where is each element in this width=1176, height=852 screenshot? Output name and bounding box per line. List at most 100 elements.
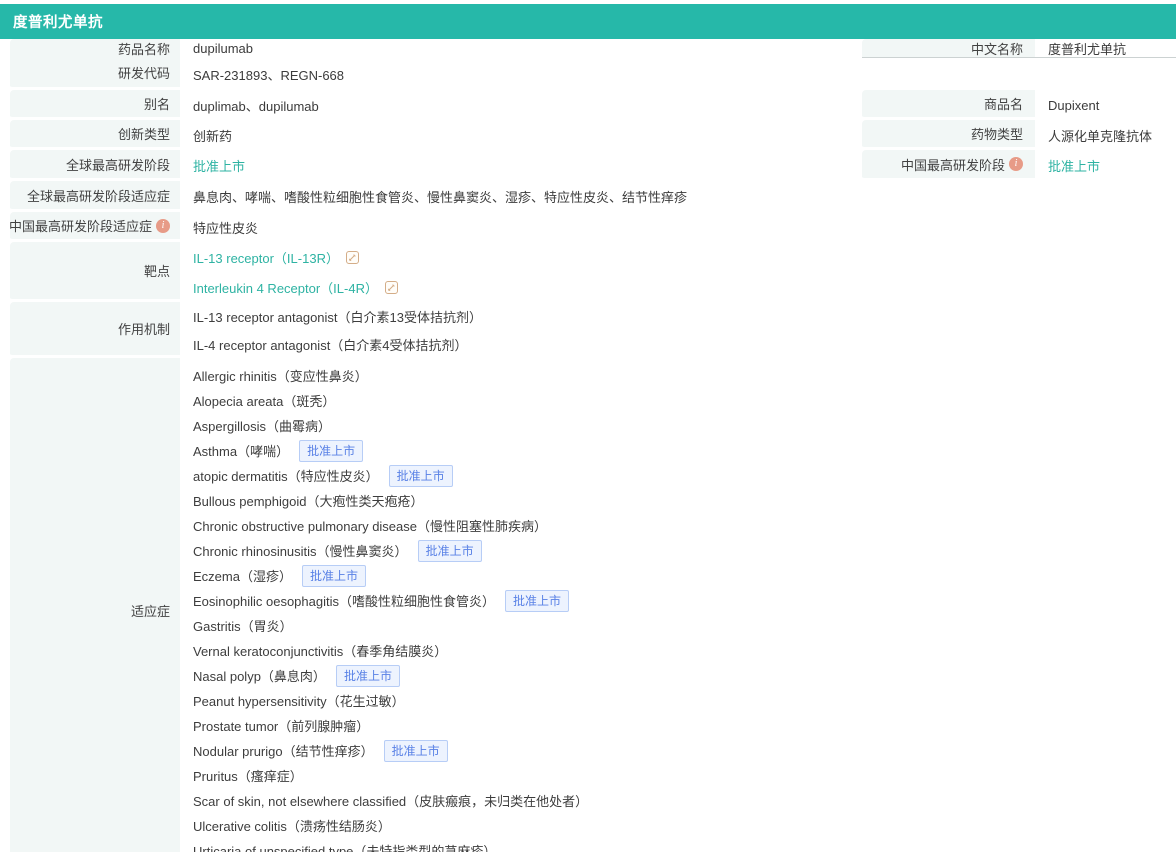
label-cn-stage-indications: 中国最高研发阶段适应症: [9, 212, 180, 242]
target-list: IL-13 receptor（IL-13R） Interleukin 4 Rec…: [180, 242, 1176, 302]
indication-item: Vernal keratoconjunctivitis（春季角结膜炎）: [193, 638, 1176, 663]
label-global-stage: 全球最高研发阶段: [10, 150, 180, 181]
row-alias: 别名 duplimab、dupilumab 商品名 Dupixent: [10, 90, 1176, 120]
indication-item: Chronic rhinosinusitis（慢性鼻窦炎） 批准上市: [193, 538, 1176, 563]
value-cn-stage-indications: 特应性皮炎: [193, 220, 259, 236]
label-global-stage-indications: 全球最高研发阶段适应症: [10, 181, 180, 212]
indication-text: Ulcerative colitis（溃疡性结肠炎）: [193, 819, 391, 834]
label-trade-name: 商品名: [862, 90, 1035, 120]
indication-text: Asthma（哮喘）: [193, 444, 290, 459]
indication-item: Nodular prurigo（结节性痒疹） 批准上市: [193, 738, 1176, 763]
approval-badge: 批准上市: [388, 464, 453, 487]
indication-item: Chronic obstructive pulmonary disease（慢性…: [193, 513, 1176, 538]
indication-item: Scar of skin, not elsewhere classified（皮…: [193, 788, 1176, 813]
indication-text: Urticaria of unspecified type（未特指类型的荨麻疹）: [193, 844, 497, 852]
value-drug-name: dupilumab: [193, 41, 253, 56]
value-drug-type: 人源化单克隆抗体: [1048, 128, 1153, 144]
indication-text: Scar of skin, not elsewhere classified（皮…: [193, 794, 589, 809]
indication-text: Bullous pemphigoid（大疱性类天疱疮）: [193, 494, 424, 509]
indication-item: Eosinophilic oesophagitis（嗜酸性粒细胞性食管炎） 批准…: [193, 588, 1176, 613]
indication-text: Nasal polyp（鼻息肉）: [193, 669, 326, 684]
indication-item: Pruritus（瘙痒症）: [193, 763, 1176, 788]
indication-item: Allergic rhinitis（变应性鼻炎）: [193, 363, 1176, 388]
label-cn-name: 中文名称: [862, 39, 1035, 58]
indication-item: Eczema（湿疹） 批准上市: [193, 563, 1176, 588]
value-global-stage: 批准上市: [180, 150, 862, 181]
label-cn-stage: 中国最高研发阶段: [862, 150, 1035, 181]
indication-text: Gastritis（胃炎）: [193, 619, 293, 634]
approval-badge: 批准上市: [301, 564, 366, 587]
indication-item: Bullous pemphigoid（大疱性类天疱疮）: [193, 488, 1176, 513]
drug-detail-page: 度普利尤单抗 药品名称 dupilumab 中文名称 度普利尤单抗 研发代码 S…: [0, 0, 1176, 852]
value-cn-stage: 批准上市: [1035, 150, 1176, 181]
global-stage-link[interactable]: 批准上市: [193, 156, 245, 175]
mechanism-row: IL-4 receptor antagonist（白介素4受体拮抗剂）: [193, 330, 1176, 358]
approval-badge: 批准上市: [299, 439, 364, 462]
target-row: Interleukin 4 Receptor（IL-4R）: [193, 272, 1176, 302]
approval-badge: 批准上市: [417, 539, 482, 562]
label-drug-name: 药品名称: [10, 39, 180, 58]
external-link-icon[interactable]: [384, 280, 398, 294]
external-link-icon[interactable]: [345, 250, 359, 264]
value-innovation-type: 创新药: [193, 128, 233, 144]
label-innovation-type: 创新类型: [10, 120, 180, 150]
indication-text: atopic dermatitis（特应性皮炎）: [193, 469, 379, 484]
indication-text: Allergic rhinitis（变应性鼻炎）: [193, 369, 368, 384]
indication-item: Urticaria of unspecified type（未特指类型的荨麻疹）: [193, 838, 1176, 852]
indication-item: Alopecia areata（斑秃）: [193, 388, 1176, 413]
info-icon[interactable]: [1009, 157, 1023, 171]
indication-item: Prostate tumor（前列腺肿瘤）: [193, 713, 1176, 738]
indication-text: Aspergillosis（曲霉病）: [193, 419, 331, 434]
value-cn-name: 度普利尤单抗: [1035, 39, 1176, 58]
indication-text: Peanut hypersensitivity（花生过敏）: [193, 694, 405, 709]
info-icon[interactable]: [156, 218, 170, 233]
label-mechanism: 作用机制: [10, 302, 180, 358]
value-alias: duplimab、dupilumab: [193, 98, 319, 114]
indication-list: Allergic rhinitis（变应性鼻炎） Alopecia areata…: [180, 358, 1176, 852]
target-row: IL-13 receptor（IL-13R）: [193, 242, 1176, 272]
indication-text: Nodular prurigo（结节性痒疹）: [193, 744, 374, 759]
label-alias: 别名: [10, 90, 180, 120]
page-title: 度普利尤单抗: [13, 15, 103, 31]
row-rd-code: 研发代码 SAR-231893、REGN-668: [10, 58, 1176, 90]
indication-text: Chronic obstructive pulmonary disease（慢性…: [193, 519, 547, 534]
mechanism-row: IL-13 receptor antagonist（白介素13受体拮抗剂）: [193, 302, 1176, 330]
indication-text: Chronic rhinosinusitis（慢性鼻窦炎）: [193, 544, 408, 559]
target-link[interactable]: IL-13 receptor（IL-13R）: [193, 248, 339, 267]
label-targets: 靶点: [10, 242, 180, 302]
target-link[interactable]: Interleukin 4 Receptor（IL-4R）: [193, 278, 378, 297]
approval-badge: 批准上市: [383, 739, 448, 762]
row-targets: 靶点 IL-13 receptor（IL-13R） Interleukin 4 …: [10, 242, 1176, 302]
indication-item: atopic dermatitis（特应性皮炎） 批准上市: [193, 463, 1176, 488]
label-rd-code: 研发代码: [10, 58, 180, 90]
indication-item: Nasal polyp（鼻息肉） 批准上市: [193, 663, 1176, 688]
row-global-stage-indications: 全球最高研发阶段适应症 鼻息肉、哮喘、嗜酸性粒细胞性食管炎、慢性鼻窦炎、湿疹、特…: [10, 181, 1176, 212]
approval-badge: 批准上市: [504, 589, 569, 612]
value-rd-code: SAR-231893、REGN-668: [193, 67, 345, 83]
row-cn-stage-indications: 中国最高研发阶段适应症 特应性皮炎: [9, 212, 1176, 242]
indication-item: Gastritis（胃炎）: [193, 613, 1176, 638]
indication-text: Alopecia areata（斑秃）: [193, 394, 336, 409]
indication-item: Ulcerative colitis（溃疡性结肠炎）: [193, 813, 1176, 838]
indication-item: Asthma（哮喘） 批准上市: [193, 438, 1176, 463]
page-title-bar: 度普利尤单抗: [0, 4, 1176, 39]
label-drug-type: 药物类型: [862, 120, 1035, 150]
row-highest-stage: 全球最高研发阶段 批准上市 中国最高研发阶段 批准上市: [10, 150, 1176, 181]
row-indications: 适应症 Allergic rhinitis（变应性鼻炎） Alopecia ar…: [10, 358, 1176, 852]
indication-text: Eosinophilic oesophagitis（嗜酸性粒细胞性食管炎）: [193, 594, 495, 609]
mechanism-text: IL-4 receptor antagonist（白介素4受体拮抗剂）: [193, 337, 468, 353]
label-indications: 适应症: [10, 358, 180, 852]
value-global-stage-indications: 鼻息肉、哮喘、嗜酸性粒细胞性食管炎、慢性鼻窦炎、湿疹、特应性皮炎、结节性痒疹: [193, 190, 688, 205]
indication-item: Aspergillosis（曲霉病）: [193, 413, 1176, 438]
indication-text: Eczema（湿疹）: [193, 569, 292, 584]
indication-text: Pruritus（瘙痒症）: [193, 769, 303, 784]
drug-info-table: 药品名称 dupilumab 中文名称 度普利尤单抗 研发代码 SAR-2318…: [9, 39, 1176, 852]
row-mechanism: 作用机制 IL-13 receptor antagonist（白介素13受体拮抗…: [10, 302, 1176, 358]
indication-text: Vernal keratoconjunctivitis（春季角结膜炎）: [193, 644, 448, 659]
row-innovation-type: 创新类型 创新药 药物类型 人源化单克隆抗体: [10, 120, 1176, 150]
mechanism-text: IL-13 receptor antagonist（白介素13受体拮抗剂）: [193, 309, 482, 325]
mechanism-list: IL-13 receptor antagonist（白介素13受体拮抗剂） IL…: [180, 302, 1176, 358]
row-drug-name: 药品名称 dupilumab 中文名称 度普利尤单抗: [10, 39, 1176, 58]
cn-stage-link[interactable]: 批准上市: [1048, 156, 1100, 175]
indication-text: Prostate tumor（前列腺肿瘤）: [193, 719, 370, 734]
